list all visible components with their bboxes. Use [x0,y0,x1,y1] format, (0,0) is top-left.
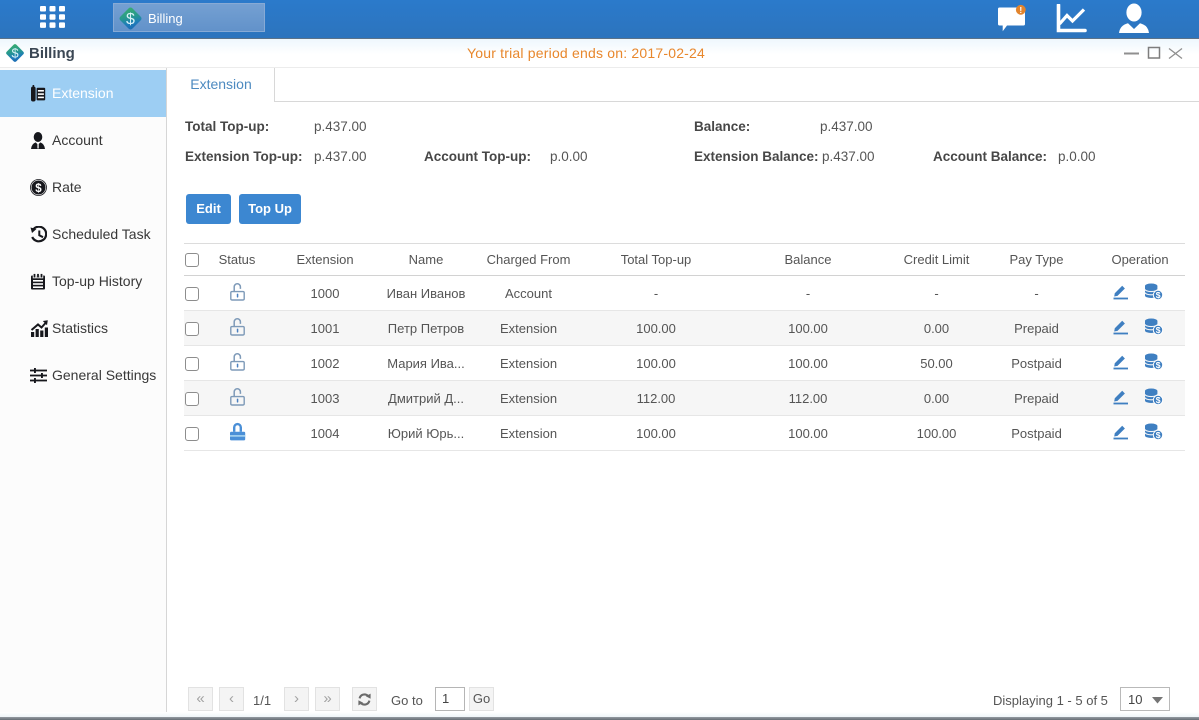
svg-text:$: $ [35,183,42,195]
svg-text:$: $ [1155,395,1160,405]
svg-text:$: $ [1155,360,1160,370]
svg-text:$: $ [126,11,135,28]
svg-text:$: $ [1155,430,1160,440]
svg-text:$: $ [1155,325,1160,335]
svg-text:!: ! [1019,5,1022,15]
svg-text:$: $ [1155,290,1160,300]
